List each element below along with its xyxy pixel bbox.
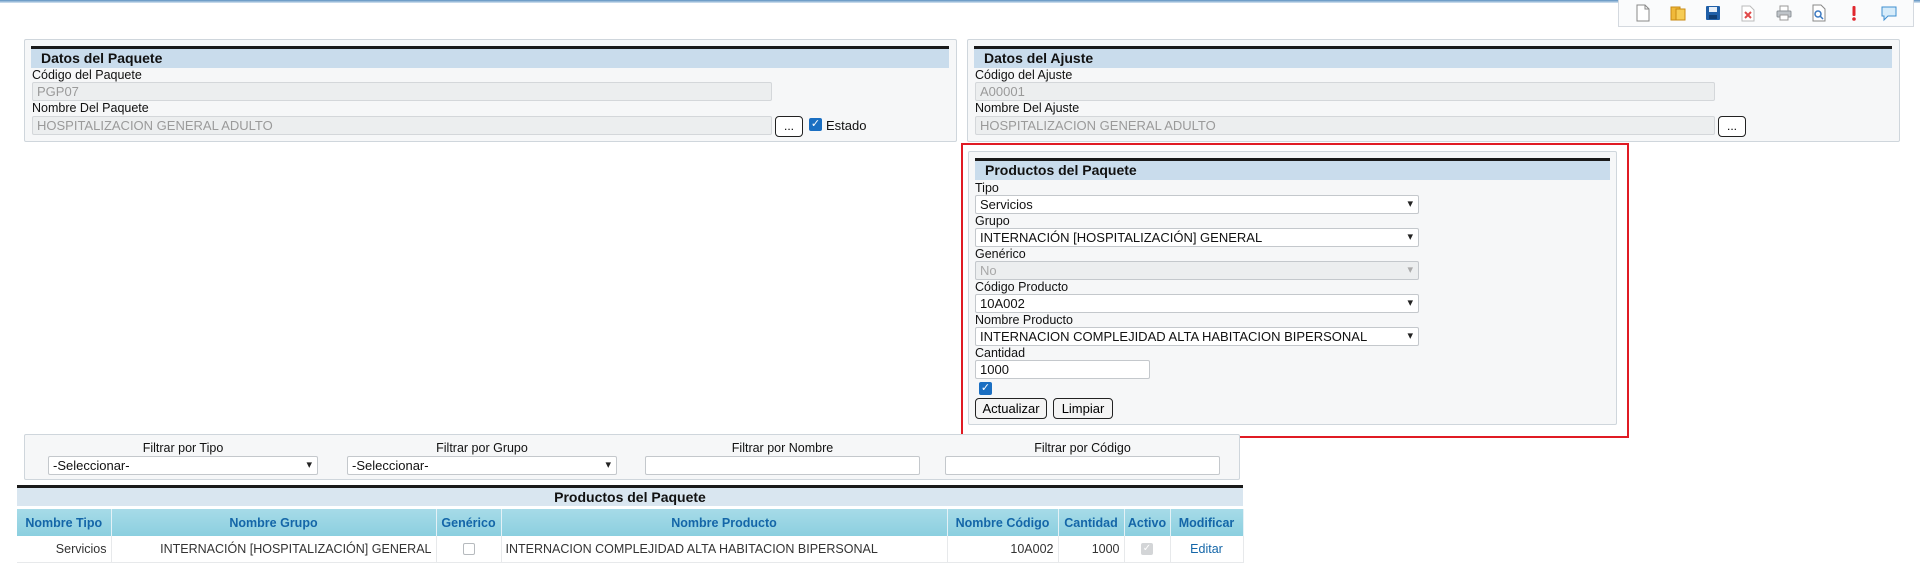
tipo-select-value: Servicios <box>980 197 1033 212</box>
paquete-section-title: Datos del Paquete <box>31 46 949 68</box>
estado-checkbox[interactable]: ✓ <box>809 118 822 131</box>
col-nombre-codigo[interactable]: Nombre Código <box>947 509 1059 536</box>
nombre-paquete-label: Nombre Del Paquete <box>32 101 149 115</box>
nombre-paquete-field[interactable]: HOSPITALIZACION GENERAL ADULTO <box>32 116 772 135</box>
codigo-paquete-label: Código del Paquete <box>32 68 142 82</box>
chevron-down-icon: ▾ <box>1407 330 1413 342</box>
cantidad-label: Cantidad <box>975 346 1026 360</box>
codigo-producto-label: Código Producto <box>975 280 1069 294</box>
chevron-down-icon: ▾ <box>1407 297 1413 309</box>
open-folder-icon[interactable] <box>1667 2 1689 24</box>
cell-grupo: INTERNACIÓN [HOSPITALIZACIÓN] GENERAL <box>111 536 437 563</box>
alert-icon[interactable] <box>1843 2 1865 24</box>
nombre-producto-value: INTERNACION COMPLEJIDAD ALTA HABITACION … <box>980 329 1368 344</box>
tipo-label: Tipo <box>975 181 999 195</box>
actualizar-button[interactable]: Actualizar <box>975 398 1047 419</box>
codigo-producto-select[interactable]: 10A002 ▾ <box>975 294 1419 313</box>
filtro-tipo-select[interactable]: -Seleccionar- ▾ <box>48 456 318 475</box>
cell-codigo: 10A002 <box>947 536 1059 563</box>
codigo-ajuste-label: Código del Ajuste <box>975 68 1073 82</box>
cell-producto: INTERNACION COMPLEJIDAD ALTA HABITACION … <box>501 536 948 563</box>
chevron-down-icon: ▾ <box>1407 198 1413 210</box>
filtro-nombre-label: Filtrar por Nombre <box>731 441 834 455</box>
chat-icon[interactable] <box>1878 2 1900 24</box>
filtro-tipo-label: Filtrar por Tipo <box>142 441 224 455</box>
generico-select-value: No <box>980 263 997 278</box>
chevron-down-icon: ▾ <box>605 459 611 471</box>
editar-link[interactable]: Editar <box>1190 542 1223 556</box>
nombre-producto-label: Nombre Producto <box>975 313 1073 327</box>
productos-grid: Nombre Tipo Nombre Grupo Genérico Nombre… <box>17 509 1244 563</box>
chevron-down-icon: ▾ <box>1407 264 1413 276</box>
activo-row-checkbox: ✓ <box>1141 543 1153 556</box>
table-row: Servicios INTERNACIÓN [HOSPITALIZACIÓN] … <box>17 536 1244 563</box>
estado-label: Estado <box>826 118 867 133</box>
grid-header-row: Nombre Tipo Nombre Grupo Genérico Nombre… <box>17 509 1244 536</box>
cell-cantidad: 1000 <box>1058 536 1125 563</box>
generico-label: Genérico <box>975 247 1026 261</box>
cell-tipo: Servicios <box>17 536 112 563</box>
filtro-grupo-label: Filtrar por Grupo <box>436 441 528 455</box>
new-document-icon[interactable] <box>1632 2 1654 24</box>
cell-generico <box>436 536 502 563</box>
col-nombre-producto[interactable]: Nombre Producto <box>501 509 948 536</box>
cell-activo: ✓ <box>1124 536 1171 563</box>
filtro-codigo-label: Filtrar por Código <box>1034 441 1131 455</box>
nombre-producto-select[interactable]: INTERNACION COMPLEJIDAD ALTA HABITACION … <box>975 327 1419 346</box>
activo-checkbox[interactable]: ✓ <box>979 382 992 395</box>
cantidad-input[interactable]: 1000 <box>975 360 1150 379</box>
codigo-producto-value: 10A002 <box>980 296 1025 311</box>
codigo-ajuste-field[interactable]: A00001 <box>975 82 1715 101</box>
search-document-icon[interactable] <box>1808 2 1830 24</box>
col-modificar[interactable]: Modificar <box>1170 509 1244 536</box>
generico-checkbox[interactable] <box>462 543 475 556</box>
col-activo[interactable]: Activo <box>1124 509 1171 536</box>
print-icon[interactable] <box>1773 2 1795 24</box>
grupo-select[interactable]: INTERNACIÓN [HOSPITALIZACIÓN] GENERAL ▾ <box>975 228 1419 247</box>
ajuste-section-title: Datos del Ajuste <box>974 46 1892 68</box>
nombre-ajuste-label: Nombre Del Ajuste <box>975 101 1080 115</box>
toolbar <box>1618 0 1914 27</box>
generico-select: No ▾ <box>975 261 1419 280</box>
filtro-codigo-input[interactable] <box>945 456 1220 475</box>
filtro-tipo-value: -Seleccionar- <box>53 458 130 473</box>
col-nombre-tipo[interactable]: Nombre Tipo <box>17 509 112 536</box>
filtro-grupo-value: -Seleccionar- <box>352 458 429 473</box>
filtro-grupo-select[interactable]: -Seleccionar- ▾ <box>347 456 617 475</box>
col-cantidad[interactable]: Cantidad <box>1058 509 1125 536</box>
col-generico[interactable]: Genérico <box>436 509 502 536</box>
chevron-down-icon: ▾ <box>1407 231 1413 243</box>
grupo-select-value: INTERNACIÓN [HOSPITALIZACIÓN] GENERAL <box>980 230 1263 245</box>
filtro-nombre-input[interactable] <box>645 456 920 475</box>
delete-icon[interactable] <box>1737 2 1759 24</box>
cell-modificar: Editar <box>1170 536 1244 563</box>
productos-form-title: Productos del Paquete <box>975 158 1610 180</box>
limpiar-button[interactable]: Limpiar <box>1053 398 1113 419</box>
grupo-label: Grupo <box>975 214 1010 228</box>
tipo-select[interactable]: Servicios ▾ <box>975 195 1419 214</box>
col-nombre-grupo[interactable]: Nombre Grupo <box>111 509 437 536</box>
codigo-paquete-field[interactable]: PGP07 <box>32 82 772 101</box>
ajuste-browse-button[interactable]: ... <box>1718 116 1746 137</box>
chevron-down-icon: ▾ <box>306 459 312 471</box>
nombre-ajuste-field[interactable]: HOSPITALIZACION GENERAL ADULTO <box>975 116 1715 135</box>
save-icon[interactable] <box>1702 2 1724 24</box>
grid-title: Productos del Paquete <box>17 485 1243 506</box>
paquete-browse-button[interactable]: ... <box>775 116 803 137</box>
